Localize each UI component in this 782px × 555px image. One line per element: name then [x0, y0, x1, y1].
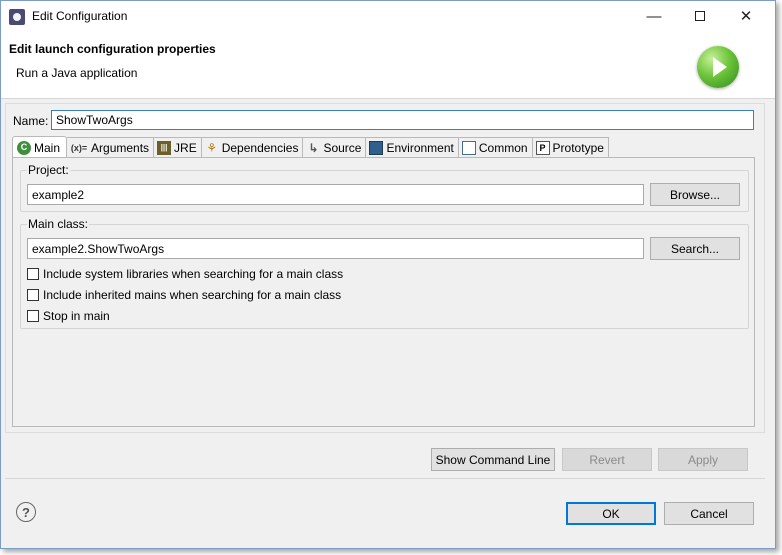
- main-class-label: Main class:: [27, 217, 90, 231]
- environment-icon: [369, 141, 384, 155]
- stop-in-main-checkbox[interactable]: [27, 310, 39, 322]
- checkbox-label: Include inherited mains when searching f…: [43, 288, 342, 302]
- header-subtitle: Run a Java application: [16, 66, 138, 80]
- minimize-icon: —: [646, 7, 662, 25]
- maximize-button[interactable]: [677, 1, 723, 31]
- include-system-libraries-option[interactable]: Include system libraries when searching …: [27, 267, 343, 281]
- window-title: Edit Configuration: [32, 9, 128, 23]
- jre-icon: |||: [157, 141, 172, 155]
- tab-jre[interactable]: ||| JRE: [154, 137, 202, 158]
- tab-label: Source: [323, 141, 362, 155]
- name-input[interactable]: [51, 110, 754, 130]
- tab-bar: C Main (x)= Arguments ||| JRE ⚘ Dependen…: [12, 136, 609, 158]
- browse-button[interactable]: Browse...: [650, 183, 740, 206]
- project-field[interactable]: [27, 184, 644, 205]
- help-icon[interactable]: ?: [16, 502, 36, 522]
- header-title: Edit launch configuration properties: [9, 42, 216, 56]
- tab-label: Prototype: [552, 141, 604, 155]
- tab-label: Dependencies: [221, 141, 299, 155]
- prototype-icon: P: [535, 141, 550, 155]
- main-tab-icon: C: [17, 140, 31, 155]
- dependencies-icon: ⚘: [206, 141, 218, 155]
- checkbox-label: Include system libraries when searching …: [43, 267, 344, 281]
- tab-common[interactable]: Common: [458, 137, 533, 158]
- close-button[interactable]: ✕: [723, 1, 769, 31]
- tab-environment[interactable]: Environment: [366, 137, 459, 158]
- tab-label: Environment: [386, 141, 454, 155]
- tab-label: Common: [478, 141, 528, 155]
- cancel-button[interactable]: Cancel: [664, 502, 754, 525]
- stop-in-main-option[interactable]: Stop in main: [27, 309, 110, 323]
- maximize-icon: [695, 11, 705, 21]
- tab-prototype[interactable]: P Prototype: [532, 137, 609, 158]
- include-inherited-mains-checkbox[interactable]: [27, 289, 39, 301]
- minimize-button[interactable]: —: [631, 1, 677, 31]
- ok-button[interactable]: OK: [566, 502, 656, 525]
- dialog-header: Edit launch configuration properties Run…: [1, 32, 775, 99]
- common-icon: [461, 141, 476, 155]
- main-class-field[interactable]: [27, 238, 644, 259]
- search-button[interactable]: Search...: [650, 237, 740, 260]
- show-command-line-button[interactable]: Show Command Line: [431, 448, 555, 471]
- title-bar: Edit Configuration — ✕: [1, 1, 775, 32]
- project-label: Project:: [27, 163, 70, 177]
- tab-source[interactable]: ↳ Source: [303, 137, 367, 158]
- footer-separator: [5, 478, 765, 479]
- tab-main[interactable]: C Main: [12, 136, 68, 158]
- tab-label: Arguments: [91, 141, 150, 155]
- tab-label: Main: [34, 140, 61, 155]
- eclipse-app-icon: [9, 9, 25, 25]
- source-icon: ↳: [308, 141, 319, 155]
- include-inherited-mains-option[interactable]: Include inherited mains when searching f…: [27, 288, 341, 302]
- tab-dependencies[interactable]: ⚘ Dependencies: [201, 137, 304, 158]
- name-label: Name:: [13, 114, 49, 128]
- apply-button[interactable]: Apply: [658, 448, 748, 471]
- include-system-libraries-checkbox[interactable]: [27, 268, 39, 280]
- tab-arguments[interactable]: (x)= Arguments: [67, 137, 155, 158]
- revert-button[interactable]: Revert: [562, 448, 652, 471]
- checkbox-label: Stop in main: [43, 309, 110, 323]
- run-play-icon: [697, 46, 739, 88]
- arguments-icon: (x)=: [70, 142, 88, 153]
- tab-label: JRE: [174, 141, 197, 155]
- close-icon: ✕: [739, 8, 753, 25]
